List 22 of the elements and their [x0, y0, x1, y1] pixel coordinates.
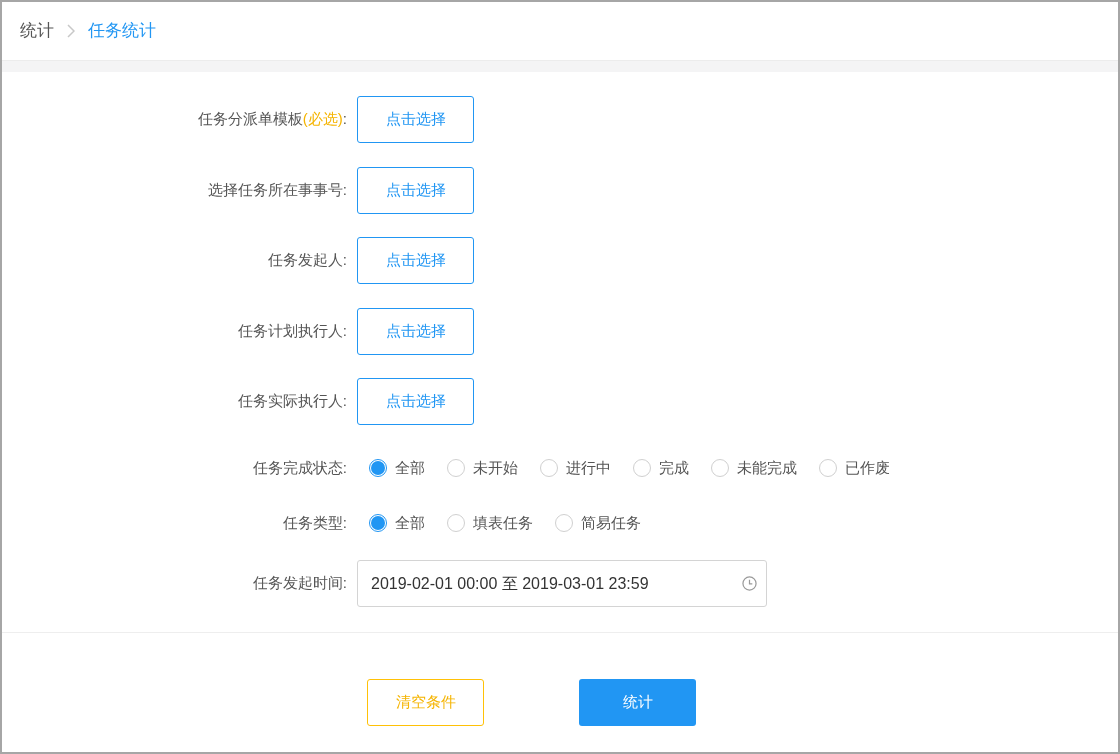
breadcrumb-link[interactable]: 统计 — [20, 18, 54, 44]
radio-option[interactable]: 未能完成 — [711, 457, 797, 480]
radio-option[interactable]: 未开始 — [447, 457, 518, 480]
radio-option[interactable]: 进行中 — [540, 457, 611, 480]
radio-option[interactable]: 简易任务 — [555, 511, 641, 534]
form-label: 任务计划执行人: — [237, 320, 347, 341]
radio-option[interactable]: 完成 — [633, 457, 689, 480]
radio-option[interactable]: 已作废 — [819, 457, 890, 480]
radio-option[interactable]: 全部 — [369, 511, 425, 534]
clock-icon — [742, 576, 757, 591]
breadcrumb-current: 任务统计 — [88, 20, 156, 43]
form-label: 任务发起人: — [267, 250, 347, 271]
form-label: 选择任务所在事事号: — [207, 179, 347, 200]
form-label: 任务完成状态: — [252, 458, 347, 478]
form-label: 任务实际执行人: — [237, 391, 347, 412]
form-label: 任务分派单模板(必选): — [197, 109, 347, 130]
radio-option[interactable]: 全部 — [369, 457, 425, 480]
form-label: 任务类型: — [282, 512, 347, 533]
date-range-field[interactable]: 2019-02-01 00:00 至 2019-03-01 23:59 — [357, 560, 767, 607]
radio-option[interactable]: 填表任务 — [447, 511, 533, 534]
chevron-icon — [67, 24, 75, 38]
form-label: 任务发起时间: — [252, 573, 347, 594]
